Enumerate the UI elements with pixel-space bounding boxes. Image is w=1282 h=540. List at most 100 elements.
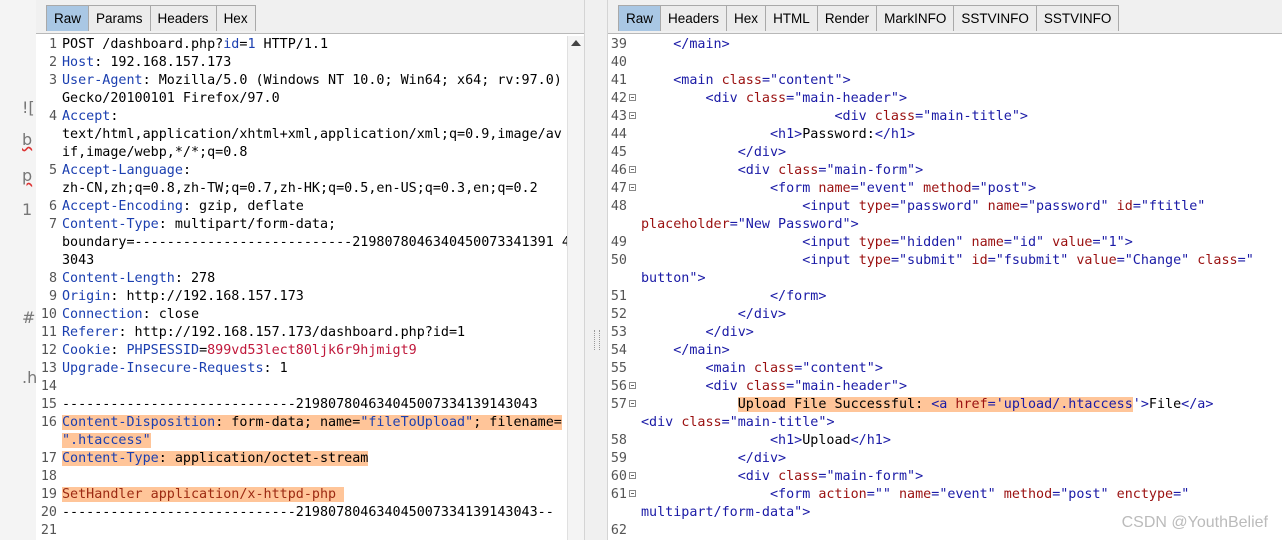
fold-toggle-icon[interactable] — [629, 472, 636, 479]
request-tab-hex[interactable]: Hex — [215, 5, 256, 31]
code-token: if,image/webp,*/*;q=0.8 — [62, 145, 248, 160]
line-text: Content-Disposition: form-data; name="fi… — [62, 414, 562, 432]
line-number: 7 — [48, 217, 57, 232]
line-text: <input type="submit" id="fsubmit" value=… — [641, 252, 1254, 270]
pane-splitter[interactable] — [584, 0, 608, 540]
code-token: > — [915, 469, 924, 484]
line-text: </div> — [641, 306, 786, 324]
fold-toggle-icon[interactable] — [629, 184, 636, 191]
response-line: button"> — [608, 270, 1282, 288]
request-line: 17 Content-Type: application/octet-stream — [36, 450, 584, 468]
code-token: : — [110, 343, 127, 358]
request-line: 8 Content-Length: 278 — [36, 270, 584, 288]
response-tab-sstvinfo[interactable]: SSTVINFO — [1035, 5, 1120, 31]
line-text: zh-CN,zh;q=0.8,zh-TW;q=0.7,zh-HK;q=0.5,e… — [62, 180, 538, 198]
code-token: = — [1019, 199, 1028, 214]
code-token: id — [963, 253, 988, 268]
code-token: > — [874, 361, 883, 376]
code-token: Upload File Successful: — [737, 397, 932, 412]
code-token: Referer — [62, 325, 119, 340]
response-line: 51 </form> — [608, 288, 1282, 306]
code-token: name — [979, 199, 1020, 214]
code-token: Upload — [802, 433, 851, 448]
fold-toggle-icon[interactable] — [629, 166, 636, 173]
response-tab-sstvinfo[interactable]: SSTVINFO — [953, 5, 1037, 31]
line-text: Cookie: PHPSESSID=899vd53lect80ljk6r9hjm… — [62, 342, 417, 360]
code-token: > — [1028, 181, 1037, 196]
scroll-up-arrow-icon[interactable] — [571, 40, 581, 46]
code-token: "content" — [802, 361, 875, 376]
code-token: Cookie — [62, 343, 111, 358]
code-token: "password" — [1028, 199, 1109, 214]
line-number: 21 — [40, 523, 57, 538]
code-token: </div> — [737, 307, 787, 322]
code-token: = — [915, 109, 924, 124]
line-text: </div> — [641, 450, 786, 468]
line-text: ".htaccess" — [62, 432, 151, 450]
code-token: 3043 — [62, 253, 95, 268]
code-token: : application/octet-stream — [158, 451, 369, 466]
request-line: 6 Accept-Encoding: gzip, deflate — [36, 198, 584, 216]
fold-toggle-icon[interactable] — [629, 382, 636, 389]
code-token: "post" — [979, 181, 1028, 196]
line-number: 19 — [40, 487, 57, 502]
line-text: <div class="main-form"> — [641, 162, 923, 180]
line-number: 20 — [40, 505, 57, 520]
response-line: 50 <input type="submit" id="fsubmit" val… — [608, 252, 1282, 270]
response-tab-html[interactable]: HTML — [765, 5, 818, 31]
fold-toggle-icon[interactable] — [629, 94, 636, 101]
request-tab-raw[interactable]: Raw — [46, 5, 90, 31]
line-text: multipart/form-data"> — [641, 504, 810, 522]
code-token: class — [778, 163, 819, 178]
request-editor[interactable]: 1 POST /dashboard.php?id=1 HTTP/1.1 2 Host:… — [36, 36, 584, 540]
fold-toggle-icon[interactable] — [629, 490, 636, 497]
request-line: 9 Origin: http://192.168.157.173 — [36, 288, 584, 306]
request-scrollbar[interactable] — [567, 36, 584, 540]
code-token: File — [1148, 397, 1182, 412]
line-number: 56 — [610, 379, 627, 394]
fold-toggle-icon[interactable] — [629, 112, 636, 119]
code-token: = — [1116, 253, 1125, 268]
code-token: <form — [770, 181, 819, 196]
response-line: 39 </main> — [608, 36, 1282, 54]
request-tab-headers[interactable]: Headers — [149, 5, 217, 31]
code-token: </form> — [770, 289, 827, 304]
response-line: 46 <div class="main-form"> — [608, 162, 1282, 180]
response-tab-render[interactable]: Render — [816, 5, 878, 31]
response-tab-markinfo[interactable]: MarkINFO — [876, 5, 955, 31]
code-token: = — [890, 235, 899, 250]
background-fragment: b — [22, 130, 33, 149]
code-token: <div — [705, 91, 746, 106]
request-tab-params[interactable]: Params — [88, 5, 151, 31]
code-token: : multipart/form-data; — [158, 217, 337, 232]
code-token: Host — [62, 55, 95, 70]
request-line: 5 Accept-Language: — [36, 162, 584, 180]
code-token: </div> — [737, 451, 787, 466]
splitter-grip-icon[interactable] — [594, 330, 600, 350]
code-token: "main-form" — [826, 163, 916, 178]
response-tab-raw[interactable]: Raw — [618, 5, 662, 31]
line-text: Upgrade-Insecure-Requests: 1 — [62, 360, 288, 378]
response-tab-hex[interactable]: Hex — [726, 5, 767, 31]
code-token: "id" — [1011, 235, 1045, 250]
response-tab-headers[interactable]: Headers — [660, 5, 728, 31]
response-editor[interactable]: 39 </main> 40 41 <main class="content"> 42 … — [608, 36, 1282, 540]
code-token: 'upload/.htaccess — [995, 397, 1133, 412]
line-number: 13 — [40, 361, 57, 376]
code-token: <div — [737, 163, 779, 178]
code-token: zh-CN,zh;q=0.8,zh-TW;q=0.7,zh-HK;q=0.5,e… — [62, 181, 538, 196]
code-token: Accept-Encoding — [62, 199, 183, 214]
code-token: Upgrade-Insecure-Requests — [62, 361, 264, 376]
line-text: Accept: — [62, 108, 118, 126]
code-token: boundary=---------------------------2198… — [62, 235, 570, 250]
request-line: zh-CN,zh;q=0.8,zh-TW;q=0.7,zh-HK;q=0.5,e… — [36, 180, 584, 198]
code-token: > — [1124, 235, 1133, 250]
fold-toggle-icon[interactable] — [629, 400, 636, 407]
